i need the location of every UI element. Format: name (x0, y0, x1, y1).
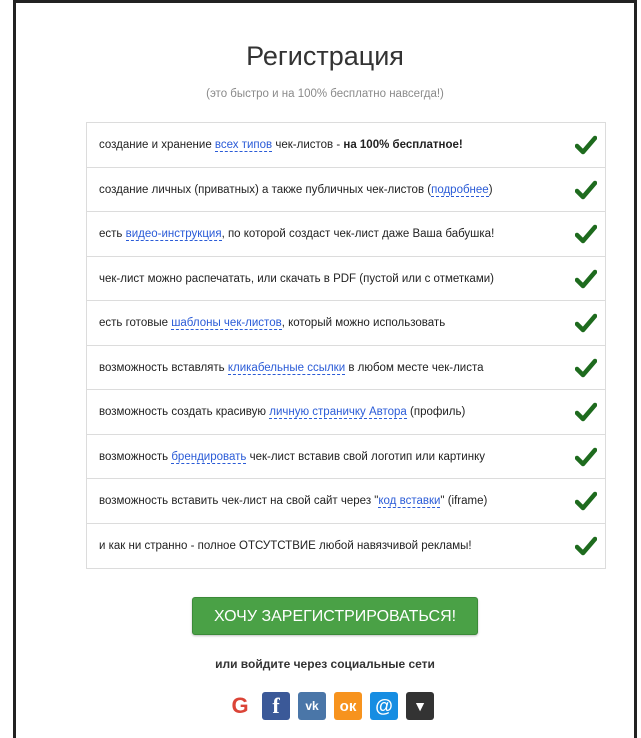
feature-row: создание личных (приватных) а также публ… (87, 168, 605, 212)
feature-text: возможность вставить чек-лист на свой са… (99, 479, 487, 523)
checkmark-icon (575, 536, 597, 555)
checkmark-icon (575, 224, 597, 244)
mailru-login-button[interactable]: @ (370, 692, 398, 720)
feature-link[interactable]: видео-инструкция (125, 228, 222, 241)
feature-text: чек-лист можно распечатать, или скачать … (99, 257, 494, 301)
page-title: Регистрация (246, 41, 404, 71)
vk-login-button[interactable]: vk (298, 692, 326, 720)
mailru-icon: @ (375, 695, 393, 716)
feature-text: и как ни странно - полное ОТСУТСТВИЕ люб… (99, 524, 472, 568)
feature-link[interactable]: брендировать (171, 450, 247, 464)
feature-link[interactable]: личную страничку Автора (269, 406, 407, 419)
feature-text: возможность вставлять кликабельные ссылк… (99, 346, 484, 390)
feature-row: создание и хранение всех типов чек-листо… (87, 123, 605, 168)
feature-row: возможность вставлять кликабельные ссылк… (87, 346, 605, 390)
feature-text-part: " (iframe) (440, 495, 488, 507)
vk-icon: vk (305, 699, 319, 713)
feature-text-part: возможность (99, 450, 172, 463)
odnoklassniki-icon: ок (339, 697, 357, 715)
chevron-down-icon: ▼ (413, 698, 427, 714)
feature-link[interactable]: код вставки (378, 495, 441, 508)
feature-text: возможность брендировать чек-лист встави… (99, 435, 485, 479)
feature-row: есть видео-инструкция, по которой создас… (87, 212, 605, 257)
feature-row: возможность создать красивую личную стра… (87, 390, 605, 435)
more-login-button[interactable]: ▼ (406, 692, 434, 720)
feature-text: есть готовые шаблоны чек-листов, который… (99, 301, 445, 345)
feature-text-part: создание личных (приватных) а также публ… (99, 183, 432, 196)
feature-link[interactable]: подробнее (431, 183, 489, 197)
feature-text-part: на 100% бесплатное! (343, 139, 463, 151)
checkmark-icon (575, 491, 597, 511)
page-subtitle: (это быстро и на 100% бесплатно навсегда… (206, 88, 444, 100)
feature-list: создание и хранение всех типов чек-листо… (86, 122, 606, 569)
feature-row: возможность брендировать чек-лист встави… (87, 435, 605, 479)
checkmark-icon (575, 313, 597, 333)
feature-text-part: , по которой создаст чек-лист даже Ваша … (221, 228, 495, 240)
feature-link[interactable]: всех типов (214, 139, 273, 152)
feature-link[interactable]: кликабельные ссылки (227, 361, 346, 375)
checkmark-icon (575, 402, 597, 422)
feature-text: возможность создать красивую личную стра… (99, 390, 465, 434)
feature-text-part: есть (99, 228, 126, 240)
feature-row: чек-лист можно распечатать, или скачать … (87, 257, 605, 301)
facebook-icon: f (272, 693, 280, 718)
feature-text-part: (профиль) (406, 406, 466, 418)
social-login-buttons: Gf vk ок @ ▼ (226, 692, 434, 722)
feature-text-part: ) (488, 183, 493, 196)
feature-row: и как ни странно - полное ОТСУТСТВИЕ люб… (87, 524, 605, 569)
checkmark-icon (575, 135, 597, 155)
feature-text-part: , который можно использовать (281, 317, 446, 329)
checkmark-icon (575, 269, 597, 288)
feature-text: создание и хранение всех типов чек-листо… (99, 123, 463, 167)
feature-text-part: есть готовые (99, 317, 172, 329)
feature-text-part: чек-лист можно распечатать, или скачать … (99, 272, 494, 285)
register-button[interactable]: ХОЧУ ЗАРЕГИСТРИРОВАТЬСЯ! (192, 597, 478, 635)
social-login-label: или войдите через социальные сети (215, 657, 435, 671)
feature-text-part: возможность вставить чек-лист на свой са… (99, 495, 379, 507)
feature-text: создание личных (приватных) а также публ… (99, 168, 493, 212)
feature-row: возможность вставить чек-лист на свой са… (87, 479, 605, 524)
checkmark-icon (575, 358, 597, 377)
feature-text-part: возможность создать красивую (99, 406, 270, 418)
feature-link[interactable]: шаблоны чек-листов (171, 317, 282, 330)
feature-text-part: в любом месте чек-листа (345, 361, 484, 374)
google-icon: G (231, 693, 249, 718)
checkmark-icon (575, 447, 597, 466)
feature-text-part: возможность вставлять (99, 361, 228, 374)
feature-text-part: создание и хранение (99, 139, 215, 151)
facebook-login-button[interactable]: f (262, 692, 290, 720)
feature-row: есть готовые шаблоны чек-листов, который… (87, 301, 605, 346)
feature-text-part: чек-листов - (272, 139, 344, 151)
checkmark-icon (575, 180, 597, 199)
registration-panel: Регистрация (это быстро и на 100% беспла… (13, 0, 637, 738)
feature-text-part: и как ни странно - полное ОТСУТСТВИЕ люб… (99, 539, 472, 552)
feature-text: есть видео-инструкция, по которой создас… (99, 212, 494, 256)
google-login-button[interactable]: G (226, 692, 254, 720)
feature-text-part: чек-лист вставив свой логотип или картин… (246, 450, 485, 463)
odnoklassniki-login-button[interactable]: ок (334, 692, 362, 720)
